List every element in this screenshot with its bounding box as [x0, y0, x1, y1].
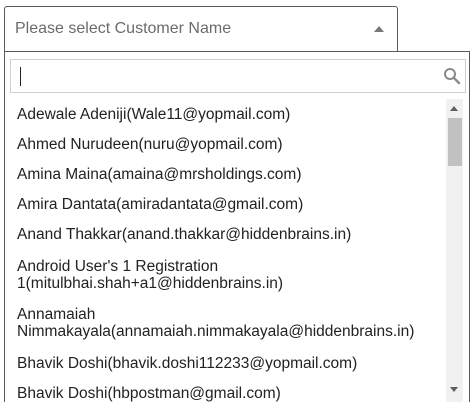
option-label: Anand Thakkar(anand.thakkar@hiddenbrains… [17, 226, 352, 243]
list-item[interactable]: Amina Maina(amaina@mrsholdings.com) [17, 166, 443, 183]
options-list: Adewale Adeniji(Wale11@yopmail.com) Ahme… [5, 99, 445, 402]
option-label: Bhavik Doshi(bhavik.doshi112233@yopmail.… [17, 355, 358, 372]
select-placeholder: Please select Customer Name [15, 20, 232, 37]
search-field-wrapper [10, 59, 466, 93]
option-label-line1: Annamaiah [17, 306, 96, 323]
option-label: Amira Dantata(amiradantata@gmail.com) [17, 196, 304, 213]
list-item[interactable]: Adewale Adeniji(Wale11@yopmail.com) [17, 106, 443, 123]
option-label: Ahmed Nurudeen(nuru@yopmail.com) [17, 136, 283, 153]
list-item[interactable]: Bhavik Doshi(hbpostman@gmail.com) [17, 385, 443, 402]
option-label: Adewale Adeniji(Wale11@yopmail.com) [17, 106, 291, 123]
scrollbar-thumb[interactable] [448, 118, 462, 166]
scroll-up-arrow-icon[interactable] [450, 106, 458, 111]
list-item[interactable]: Annamaiah Nimmakayala(annamaiah.nimmakay… [17, 306, 443, 340]
option-label: Amina Maina(amaina@mrsholdings.com) [17, 166, 302, 183]
options-scrollbar[interactable] [446, 99, 463, 402]
list-item[interactable]: Ahmed Nurudeen(nuru@yopmail.com) [17, 136, 443, 153]
option-label-line2: Nimmakayala(annamaiah.nimmakayala@hidden… [17, 323, 415, 340]
option-label: Bhavik Doshi(hbpostman@gmail.com) [17, 385, 281, 402]
scroll-down-arrow-icon[interactable] [450, 387, 458, 392]
option-label-line1: Android User's 1 Registration [17, 258, 219, 275]
search-icon[interactable] [443, 67, 461, 85]
customer-name-select[interactable]: Please select Customer Name [4, 6, 398, 52]
customer-dropdown-panel: Adewale Adeniji(Wale11@yopmail.com) Ahme… [4, 51, 470, 402]
list-item[interactable]: Anand Thakkar(anand.thakkar@hiddenbrains… [17, 226, 443, 243]
list-item[interactable]: Amira Dantata(amiradantata@gmail.com) [17, 196, 443, 213]
list-item[interactable]: Android User's 1 Registration 1(mitulbha… [17, 258, 443, 292]
option-label-line2: 1(mitulbhai.shah+a1@hiddenbrains.in) [17, 275, 284, 292]
list-item[interactable]: Bhavik Doshi(bhavik.doshi112233@yopmail.… [17, 355, 443, 372]
customer-select-widget: Please select Customer Name Adewale Aden… [0, 0, 470, 402]
search-input[interactable] [11, 60, 431, 92]
text-cursor [20, 67, 21, 86]
caret-up-icon[interactable] [374, 26, 384, 32]
